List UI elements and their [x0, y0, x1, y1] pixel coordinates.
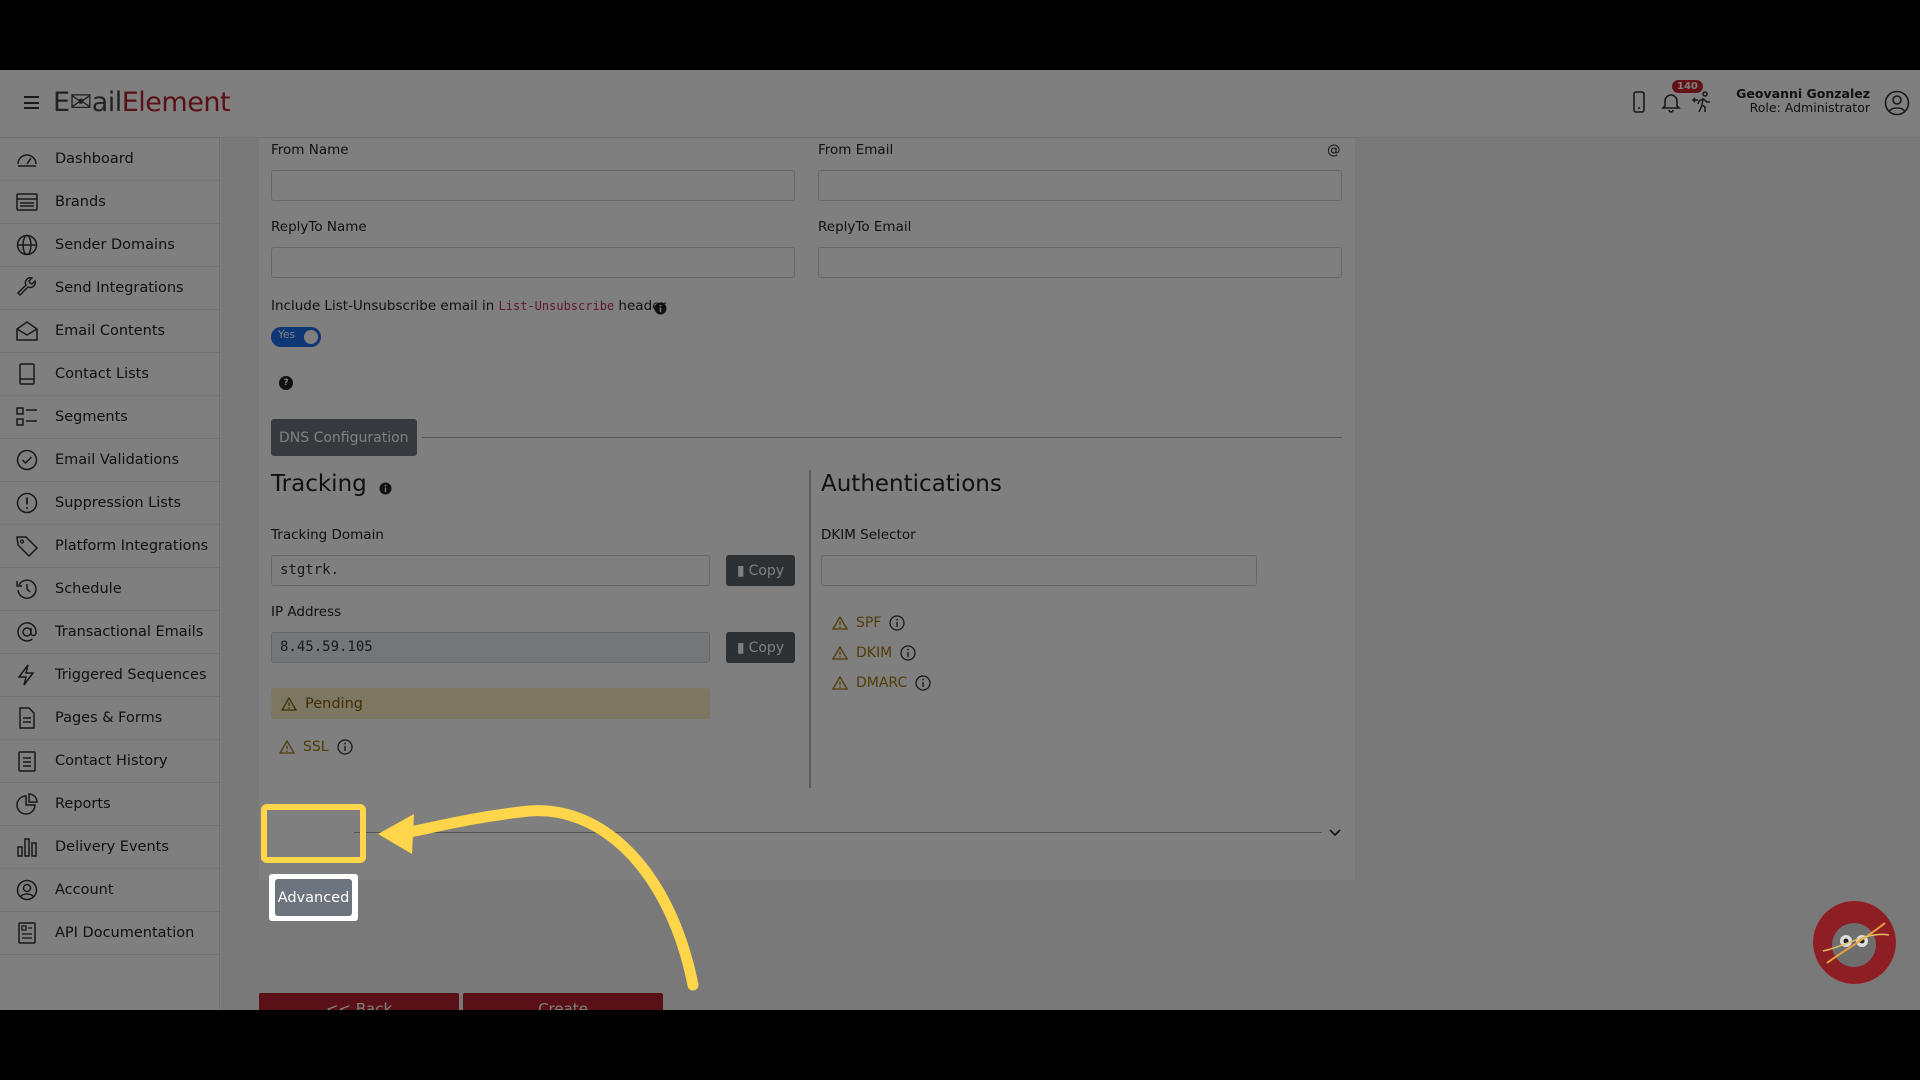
tutorial-arrow [378, 805, 699, 991]
chat-assistant-icon[interactable] [1813, 901, 1896, 984]
